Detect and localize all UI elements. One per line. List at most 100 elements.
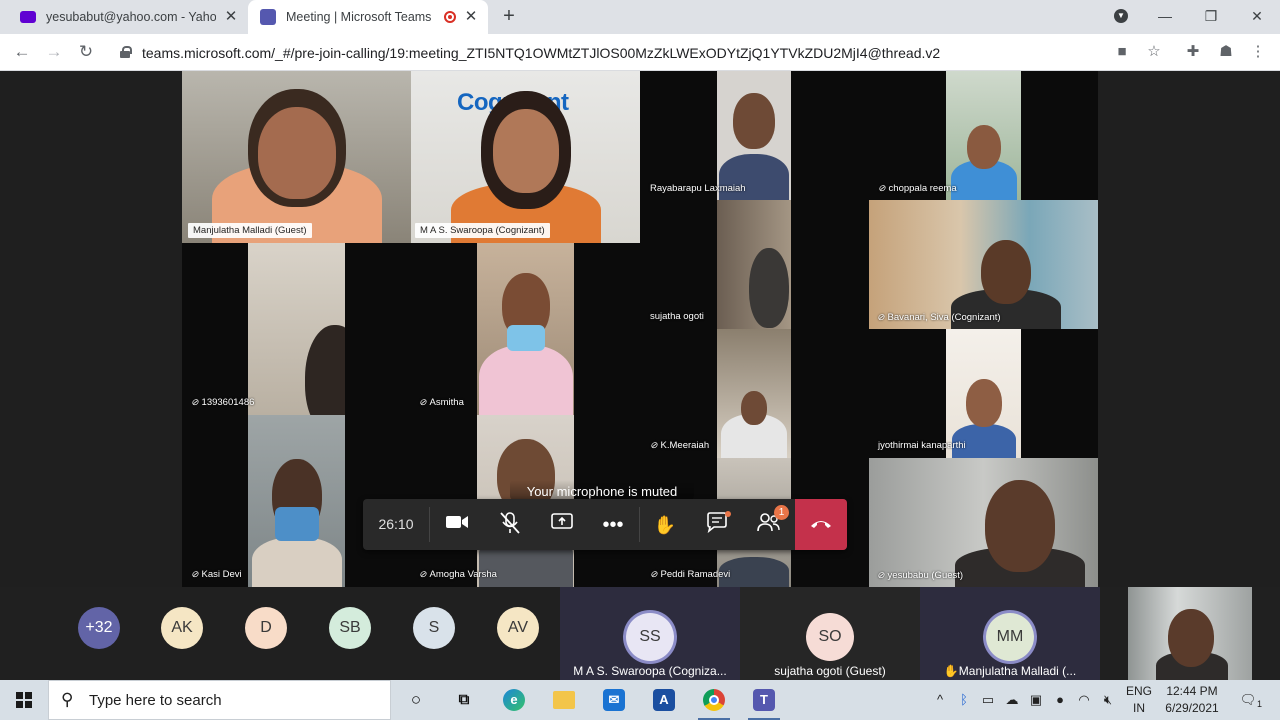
- participant-video: [251, 537, 342, 587]
- bookmark-star-icon[interactable]: ☆: [1143, 41, 1165, 63]
- participant-avatar[interactable]: AV: [497, 607, 539, 649]
- mic-off-icon: ⊘: [877, 570, 885, 580]
- tab-teams-meeting[interactable]: Meeting | Microsoft Teams ✕: [248, 0, 488, 34]
- show-hidden-icons[interactable]: ^: [930, 690, 950, 710]
- cortana-icon[interactable]: ○: [392, 680, 440, 720]
- participant-video: [492, 109, 559, 193]
- reload-icon[interactable]: ↻: [74, 40, 98, 64]
- battery-icon[interactable]: ▭: [978, 690, 998, 710]
- participant-video: [748, 248, 789, 328]
- wifi-icon[interactable]: ◠: [1074, 690, 1094, 710]
- participant-tile[interactable]: SO sujatha ogoti (Guest): [740, 587, 920, 680]
- participant-name-label: jyothirmai kanaparthi: [878, 440, 966, 451]
- participant-tile[interactable]: MM ✋Manjulatha Malladi (...: [920, 587, 1100, 680]
- input-language[interactable]: ENG IN: [1124, 683, 1154, 717]
- bluetooth-icon[interactable]: ᛒ: [954, 690, 974, 710]
- self-view-video[interactable]: [1128, 587, 1252, 680]
- video-tile[interactable]: [946, 71, 1021, 200]
- back-icon[interactable]: ←: [10, 40, 34, 64]
- notification-center-icon[interactable]: 🗨︎ 1: [1236, 690, 1262, 710]
- teams-taskbar-icon[interactable]: T: [740, 680, 788, 720]
- participant-video: [966, 125, 1001, 169]
- volume-muted-icon[interactable]: 🔇︎: [1098, 690, 1118, 710]
- participant-name-label: Manjulatha Malladi (Guest): [188, 223, 312, 238]
- phone-hangup-icon: [811, 521, 831, 528]
- camera-toggle-icon[interactable]: [443, 511, 471, 539]
- browser-toolbar: ← → ↻ teams.microsoft.com/_#/pre-join-ca…: [0, 34, 1280, 71]
- system-clock[interactable]: 12:44 PM 6/29/2021: [1162, 683, 1222, 717]
- edge-icon[interactable]: e: [490, 680, 538, 720]
- participant-avatar[interactable]: D: [245, 607, 287, 649]
- lock-icon: [120, 46, 132, 58]
- start-button[interactable]: [0, 680, 48, 720]
- chat-icon[interactable]: [703, 511, 731, 539]
- close-tab-icon[interactable]: ✕: [462, 8, 480, 26]
- video-tile[interactable]: ⊘ yesubabu (Guest): [869, 458, 1098, 587]
- address-bar[interactable]: teams.microsoft.com/_#/pre-join-calling/…: [110, 38, 1140, 67]
- mic-off-icon: ⊘: [191, 397, 199, 407]
- cloud-icon[interactable]: ☁: [1002, 690, 1022, 710]
- file-explorer-icon[interactable]: [540, 680, 588, 720]
- tab-search-icon[interactable]: ▼: [1114, 9, 1128, 23]
- raise-hand-icon[interactable]: ✋: [651, 511, 679, 539]
- participant-name-label: ⊘ yesubabu (Guest): [877, 570, 963, 581]
- hang-up-button[interactable]: [795, 499, 847, 550]
- mic-off-icon: ⊘: [878, 183, 886, 193]
- video-tile[interactable]: [248, 415, 345, 587]
- participant-name-label: M A S. Swaroopa (Cognizant): [415, 223, 550, 238]
- video-tile[interactable]: Cognizant M A S. Swaroopa (Cognizant): [411, 71, 640, 243]
- video-tile[interactable]: [248, 243, 345, 415]
- video-tile[interactable]: ⊘ Bavanari, Siva (Cognizant): [869, 200, 1098, 329]
- more-options-icon[interactable]: •••: [599, 511, 627, 539]
- participants-icon[interactable]: 1: [755, 505, 789, 539]
- call-timer: 26:10: [378, 516, 414, 532]
- video-tile[interactable]: Manjulatha Malladi (Guest): [182, 71, 411, 243]
- mic-muted-toast: Your microphone is muted: [510, 480, 694, 500]
- restore-button[interactable]: ❐: [1188, 0, 1234, 34]
- video-tile[interactable]: [717, 200, 791, 329]
- participant-avatar[interactable]: SB: [329, 607, 371, 649]
- forward-icon[interactable]: →: [42, 40, 66, 64]
- participant-name: Peddi Ramadevi: [660, 569, 731, 580]
- task-view-icon[interactable]: ⧉: [440, 680, 488, 720]
- new-tab-button[interactable]: +: [498, 6, 520, 28]
- extensions-icon[interactable]: ✚: [1182, 41, 1204, 63]
- participant-name: choppala reema: [888, 183, 957, 194]
- participant-name: M A S. Swaroopa (Cogniza...: [573, 664, 727, 678]
- participant-name: K.Meeraiah: [660, 440, 710, 451]
- video-tile[interactable]: [717, 329, 791, 458]
- participant-avatar[interactable]: AK: [161, 607, 203, 649]
- tab-yahoo-mail[interactable]: yesubabut@yahoo.com - Yahoo Mail ✕: [8, 0, 248, 34]
- azure-app-icon[interactable]: A: [640, 680, 688, 720]
- participant-video: [257, 107, 336, 199]
- participant-name: Bavanari, Siva (Cognizant): [887, 312, 1001, 323]
- camera-icon[interactable]: ■: [1111, 41, 1133, 63]
- participant-tile[interactable]: SS M A S. Swaroopa (Cogniza...: [560, 587, 740, 680]
- menu-icon[interactable]: ⋮: [1247, 41, 1269, 63]
- share-screen-icon[interactable]: [548, 511, 576, 539]
- mic-off-icon: ⊘: [419, 569, 427, 579]
- participant-avatar: SS: [626, 613, 674, 661]
- participant-avatar[interactable]: S: [413, 607, 455, 649]
- video-tile[interactable]: [717, 71, 791, 200]
- lang-code: ENG: [1125, 684, 1152, 698]
- chrome-icon[interactable]: [690, 680, 738, 720]
- mail-icon[interactable]: ✉: [590, 680, 638, 720]
- chat-unread-dot: [725, 511, 731, 517]
- taskbar-search-box[interactable]: ⚲ Type here to search: [48, 680, 391, 720]
- meet-now-icon[interactable]: ▣: [1026, 690, 1046, 710]
- close-tab-icon[interactable]: ✕: [222, 8, 240, 26]
- microphone-icon[interactable]: ●: [1050, 690, 1070, 710]
- close-window-button[interactable]: ✕: [1234, 0, 1280, 34]
- mic-toggle-icon[interactable]: [496, 511, 524, 539]
- minimize-button[interactable]: —: [1142, 0, 1188, 34]
- profile-icon[interactable]: ☗: [1215, 41, 1237, 63]
- mic-off-icon: ⊘: [650, 569, 658, 579]
- raised-hand-icon: ✋: [943, 664, 959, 678]
- video-tile[interactable]: [477, 243, 574, 415]
- participant-video: [965, 379, 1002, 427]
- video-tile[interactable]: [946, 329, 1021, 458]
- more-participants-avatar[interactable]: +32: [78, 607, 120, 649]
- participants-badge: 1: [774, 505, 789, 520]
- teams-icon: [260, 9, 276, 25]
